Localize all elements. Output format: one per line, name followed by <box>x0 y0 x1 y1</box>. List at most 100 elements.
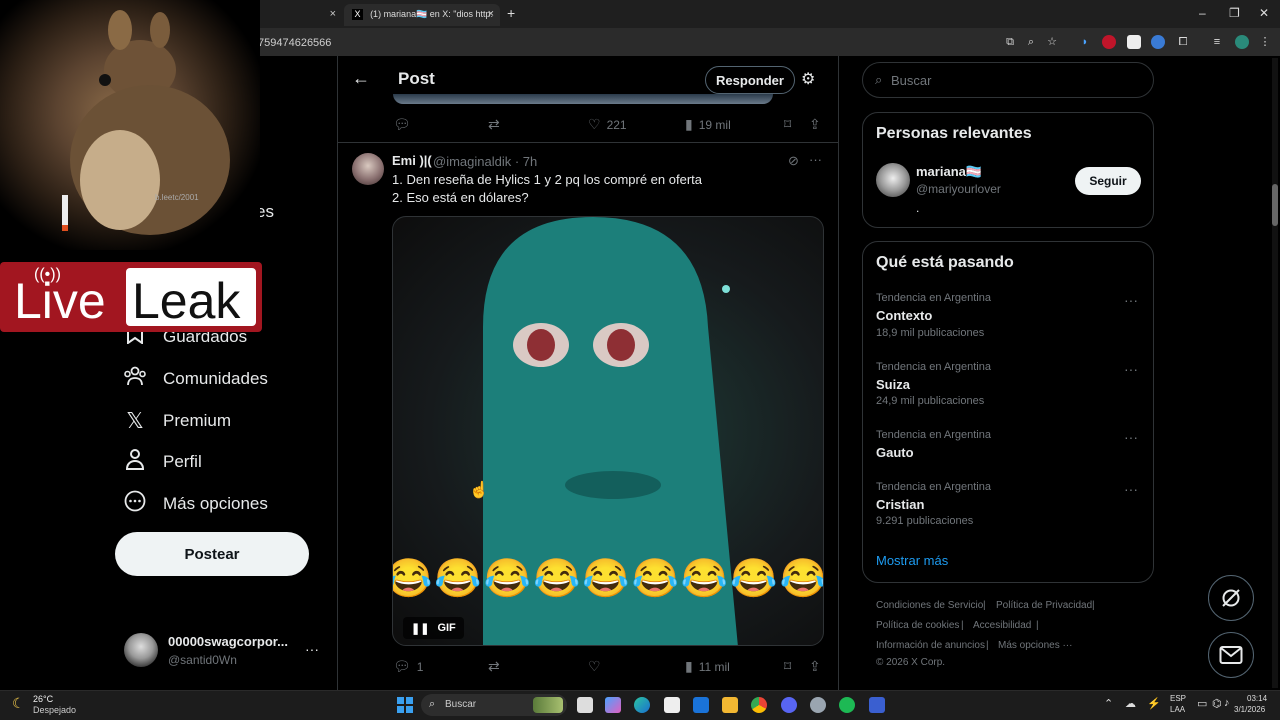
spotify-icon[interactable] <box>839 697 855 713</box>
clock-date[interactable]: 3/1/2026 <box>1234 705 1265 714</box>
retweet-icon[interactable]: ⇄ <box>488 658 500 675</box>
language-code[interactable]: ESP <box>1170 694 1186 703</box>
search-input[interactable]: Buscar <box>891 73 931 88</box>
weather-moon-icon: ☾ <box>12 695 25 711</box>
post-button[interactable]: Postear <box>115 532 309 576</box>
taskbar-search-box[interactable]: ⌕ Buscar <box>421 694 567 716</box>
reply-button[interactable]: 💬︎ 1 <box>393 658 423 675</box>
tweet-more-icon[interactable]: ··· <box>809 152 822 167</box>
minimize-button[interactable]: – <box>1199 6 1206 20</box>
like-icon[interactable]: ♡ <box>588 658 601 675</box>
grok-button[interactable] <box>1208 575 1254 621</box>
screenshot-icon[interactable]: ⧉ <box>1003 35 1017 49</box>
reading-list-icon[interactable]: ≡ <box>1210 35 1224 49</box>
extension-icon[interactable]: ◗ <box>1078 35 1092 49</box>
volume-icon[interactable]: ♪ <box>1224 697 1230 709</box>
display-icon[interactable]: ▭ <box>1197 697 1207 710</box>
nav-more-options[interactable]: Más opciones <box>120 484 268 524</box>
account-more-icon[interactable]: ··· <box>305 641 319 657</box>
nav-premium[interactable]: 𝕏 Premium <box>120 401 231 441</box>
footer-ads-link[interactable]: Información de anuncios <box>876 640 985 651</box>
puzzle-icon[interactable]: ⧠ <box>1176 35 1190 49</box>
tray-chevron-icon[interactable]: ⌃ <box>1104 697 1113 710</box>
filter-settings-icon[interactable]: ⚙ <box>801 69 815 89</box>
language-layout[interactable]: LAA <box>1170 705 1185 714</box>
relevant-name[interactable]: mariana🏳️‍⚧️ <box>916 164 982 180</box>
tweet-author-name[interactable]: Emi )|( <box>392 153 432 168</box>
footer-cookies-link[interactable]: Política de cookies <box>876 620 959 631</box>
nav-profile[interactable]: Perfil <box>120 442 202 482</box>
views-button[interactable]: ▮ 19 mil <box>685 116 731 133</box>
show-more-link[interactable]: Mostrar más <box>876 553 948 568</box>
footer-terms-link[interactable]: Condiciones de Servicio <box>876 600 983 611</box>
outlook-icon[interactable] <box>693 697 709 713</box>
grok-icon[interactable]: ⊘ <box>788 153 799 169</box>
app-icon[interactable] <box>869 697 885 713</box>
reply-icon[interactable]: 💬︎ <box>393 116 411 133</box>
new-tab-button[interactable]: + <box>507 5 515 21</box>
extension-icon[interactable] <box>1127 35 1141 49</box>
avatar[interactable] <box>876 163 910 197</box>
pause-icon[interactable]: ❚❚ <box>411 622 429 635</box>
tray-bluetooth-icon[interactable]: ⚡ <box>1147 697 1161 710</box>
follow-button[interactable]: Seguir <box>1075 167 1141 195</box>
extension-icon[interactable] <box>1102 35 1116 49</box>
like-button[interactable]: ♡ 221 <box>588 116 627 133</box>
weather-desc[interactable]: Despejado <box>33 705 76 715</box>
bookmark-icon[interactable]: ⌑ <box>784 658 791 675</box>
store-icon[interactable] <box>664 697 680 713</box>
bookmark-icon[interactable]: ⌑ <box>784 116 791 133</box>
gif-badge[interactable]: ❚❚ GIF <box>403 617 464 639</box>
back-arrow-icon[interactable]: ← <box>352 68 370 89</box>
tray-onedrive-icon[interactable]: ☁ <box>1125 697 1136 710</box>
search-box[interactable]: ⌕ Buscar <box>862 62 1154 98</box>
tweet-handle-time[interactable]: @imaginaldik · 7h <box>433 154 537 169</box>
chrome-icon[interactable] <box>751 697 767 713</box>
weather-temp[interactable]: 26°C <box>33 694 53 704</box>
trend-more-icon[interactable]: ··· <box>1124 481 1138 497</box>
trend-more-icon[interactable]: ··· <box>1124 361 1138 377</box>
search-icon: ⌕ <box>875 72 883 87</box>
menu-dots-icon[interactable]: ⋮ <box>1258 35 1272 49</box>
footer-privacy-link[interactable]: Política de Privacidad <box>996 600 1092 611</box>
footer-separator: | <box>1036 620 1039 631</box>
steam-icon[interactable] <box>810 697 826 713</box>
task-view-icon[interactable] <box>577 697 593 713</box>
zoom-icon[interactable]: ⌕ <box>1024 35 1038 49</box>
scrollbar-thumb[interactable] <box>1272 184 1278 226</box>
star-icon[interactable]: ☆ <box>1045 35 1059 49</box>
nav-communities[interactable]: Comunidades <box>120 359 268 399</box>
trend-more-icon[interactable]: ··· <box>1124 429 1138 445</box>
windows-start-icon[interactable] <box>397 697 413 713</box>
avatar[interactable] <box>352 153 384 185</box>
trend-more-icon[interactable]: ··· <box>1124 292 1138 308</box>
tab-close-icon[interactable]: × <box>488 8 494 20</box>
browser-tab-1[interactable]: × <box>262 4 342 26</box>
url-text[interactable]: 759474626566 <box>258 37 331 49</box>
messages-button[interactable] <box>1208 632 1254 678</box>
extension-icon[interactable] <box>1151 35 1165 49</box>
reply-button[interactable]: Responder <box>705 66 795 94</box>
relevant-handle[interactable]: @mariyourlover <box>916 182 1001 196</box>
file-explorer-icon[interactable] <box>722 697 738 713</box>
close-window-button[interactable]: ✕ <box>1259 6 1269 20</box>
browser-tab-2[interactable]: X (1) mariana🏳️‍⚧️ en X: "dios http: × <box>344 4 500 26</box>
views-button[interactable]: ▮ 11 mil <box>685 658 730 675</box>
edge-icon[interactable] <box>634 697 650 713</box>
share-icon[interactable]: ⇪ <box>809 658 821 675</box>
page-scrollbar[interactable] <box>1272 58 1278 688</box>
tab-close-icon[interactable]: × <box>330 8 336 20</box>
clock-time[interactable]: 03:14 <box>1247 694 1267 703</box>
footer-accessibility-link[interactable]: Accesibilidad <box>973 620 1031 631</box>
discord-icon[interactable] <box>781 697 797 713</box>
maximize-button[interactable]: ❐ <box>1229 6 1240 20</box>
gif-media[interactable]: 😂😂😂😂😂😂😂😂😂 ❚❚ GIF <box>392 216 824 646</box>
avatar[interactable] <box>1235 35 1249 49</box>
copilot-icon[interactable] <box>605 697 621 713</box>
network-icon[interactable]: ⌬ <box>1212 697 1222 710</box>
share-icon[interactable]: ⇪ <box>809 116 821 133</box>
retweet-icon[interactable]: ⇄ <box>488 116 500 133</box>
nav-label: Premium <box>163 411 232 430</box>
footer-more-link[interactable]: Más opciones ··· <box>998 640 1072 651</box>
views-icon: ▮ <box>685 116 693 132</box>
